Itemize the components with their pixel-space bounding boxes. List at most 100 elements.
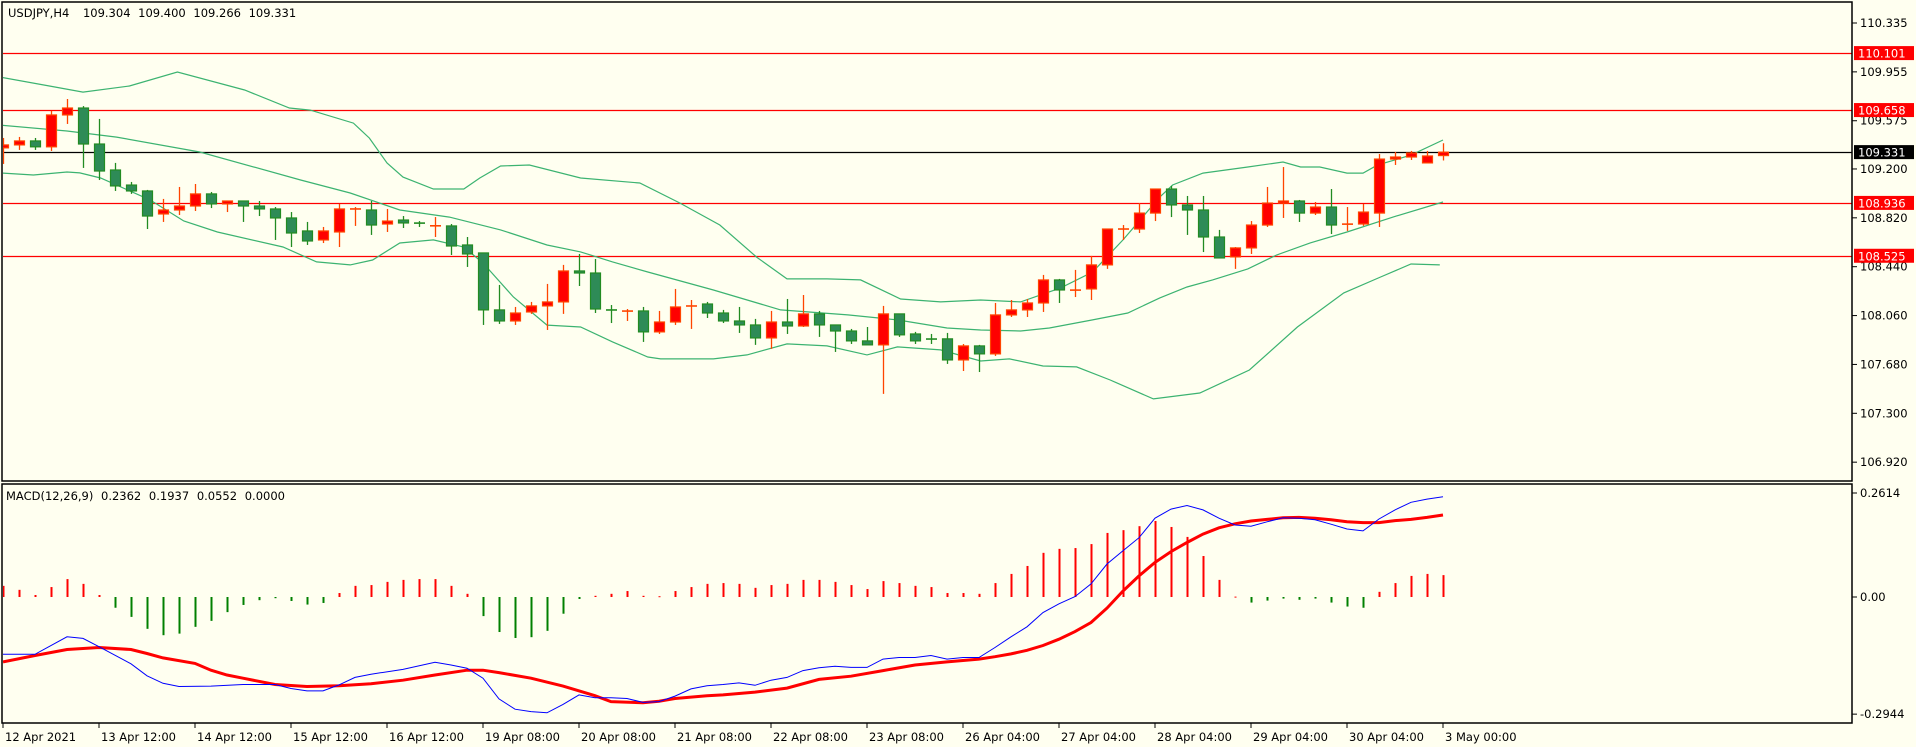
candle-body — [93, 143, 106, 172]
macd-histogram-bar — [514, 597, 517, 638]
macd-value-histogram: 0.0552 — [197, 489, 237, 503]
candle-body — [1149, 188, 1162, 214]
price-tick-label: 106.920 — [1860, 455, 1908, 469]
time-tick-label: 16 Apr 12:00 — [389, 730, 464, 744]
price-tick-label: 108.060 — [1860, 309, 1908, 323]
macd-histogram-bar — [1346, 597, 1349, 607]
macd-histogram-bar — [434, 579, 437, 597]
header-open: 109.304 — [83, 6, 131, 20]
macd-histogram-bar — [882, 581, 885, 597]
macd-histogram-bar — [370, 585, 373, 597]
macd-histogram-bar — [594, 595, 597, 597]
macd-histogram-bar — [1058, 548, 1061, 597]
macd-histogram-bar — [146, 597, 149, 629]
symbol-timeframe: USDJPY,H4 — [8, 6, 69, 20]
macd-histogram-bar — [34, 595, 37, 597]
time-tick-label: 26 Apr 04:00 — [965, 730, 1040, 744]
macd-histogram-bar — [354, 585, 357, 597]
candle-body — [573, 270, 586, 274]
macd-histogram-bar — [562, 597, 565, 614]
macd-histogram-bar — [706, 583, 709, 597]
macd-value-extra: 0.0000 — [245, 489, 285, 503]
macd-histogram-bar — [1010, 573, 1013, 597]
candle-body — [717, 312, 730, 322]
macd-histogram-bar — [418, 579, 421, 597]
macd-histogram-bar — [450, 585, 453, 597]
macd-histogram-bar — [930, 587, 933, 597]
candle-body — [1101, 228, 1114, 266]
bullish-candle[interactable] — [1101, 228, 1114, 269]
macd-histogram-bar — [1090, 544, 1093, 597]
candle-body — [1261, 202, 1274, 226]
candle-body — [1197, 209, 1210, 238]
background — [0, 0, 1916, 747]
macd-value-main: 0.2362 — [101, 489, 141, 503]
price-tick-label: 107.300 — [1860, 406, 1908, 420]
candle-body — [1373, 158, 1386, 214]
chart-canvas[interactable]: 110.335109.955109.575109.200108.820108.4… — [0, 0, 1916, 747]
candle-body — [797, 313, 810, 327]
candle-body — [1309, 206, 1322, 214]
time-tick-label: 28 Apr 04:00 — [1157, 730, 1232, 744]
macd-histogram-bar — [1330, 597, 1333, 603]
candle-body — [1357, 211, 1370, 225]
header-low: 109.266 — [193, 6, 241, 20]
bullish-candle[interactable] — [45, 110, 58, 151]
macd-histogram-bar — [674, 591, 677, 597]
candle-body — [1005, 309, 1018, 316]
candle-body — [909, 333, 922, 342]
candle-body — [109, 169, 122, 187]
chart-header: USDJPY,H4 109.304 109.400 109.266 109.33… — [8, 6, 296, 20]
candle-body — [1389, 156, 1402, 160]
candle-body — [333, 208, 346, 233]
time-tick-label: 22 Apr 08:00 — [773, 730, 848, 744]
candle-body — [749, 324, 762, 339]
candle-body — [45, 114, 58, 148]
candle-body — [477, 252, 490, 311]
candle-body — [1053, 279, 1066, 291]
candle-body — [381, 220, 394, 225]
macd-histogram-bar — [210, 597, 213, 621]
candle-body — [893, 313, 906, 336]
macd-histogram-bar — [226, 597, 229, 613]
macd-histogram-bar — [722, 583, 725, 597]
macd-histogram-bar — [658, 596, 661, 598]
candle-body — [397, 219, 410, 224]
macd-histogram-bar — [546, 597, 549, 631]
macd-histogram-bar — [866, 589, 869, 597]
macd-histogram-bar — [1154, 521, 1157, 597]
bearish-candle[interactable] — [893, 313, 906, 337]
macd-histogram-bar — [802, 579, 805, 597]
macd-histogram-bar — [530, 597, 533, 638]
candle-body — [29, 140, 42, 148]
macd-histogram-bar — [1026, 565, 1029, 597]
macd-histogram-bar — [1298, 597, 1301, 600]
candle-body — [781, 321, 794, 327]
candle-body — [1421, 155, 1434, 164]
macd-histogram-bar — [178, 597, 181, 634]
macd-histogram-bar — [1394, 583, 1397, 597]
time-tick-label: 21 Apr 08:00 — [677, 730, 752, 744]
candle-body — [1037, 279, 1050, 304]
macd-histogram-bar — [386, 581, 389, 597]
macd-histogram-bar — [98, 595, 101, 597]
candle-body — [829, 324, 842, 332]
macd-histogram-bar — [130, 597, 133, 617]
bid-price-label: 109.331 — [1858, 146, 1906, 160]
candle-body — [125, 184, 138, 192]
candle-body — [173, 205, 186, 211]
candle-body — [61, 107, 74, 116]
candle-body — [461, 244, 474, 255]
candle-body — [541, 301, 554, 307]
macd-histogram-bar — [498, 597, 501, 633]
candle-body — [1133, 212, 1146, 230]
candle-body — [861, 340, 874, 346]
candle-body — [269, 208, 282, 219]
macd-histogram-bar — [978, 593, 981, 597]
macd-histogram-bar — [850, 585, 853, 597]
candle-body — [1405, 152, 1418, 158]
level-price-label: 108.936 — [1858, 196, 1906, 210]
macd-histogram-bar — [994, 583, 997, 597]
time-tick-label: 15 Apr 12:00 — [293, 730, 368, 744]
macd-histogram-bar — [338, 593, 341, 597]
